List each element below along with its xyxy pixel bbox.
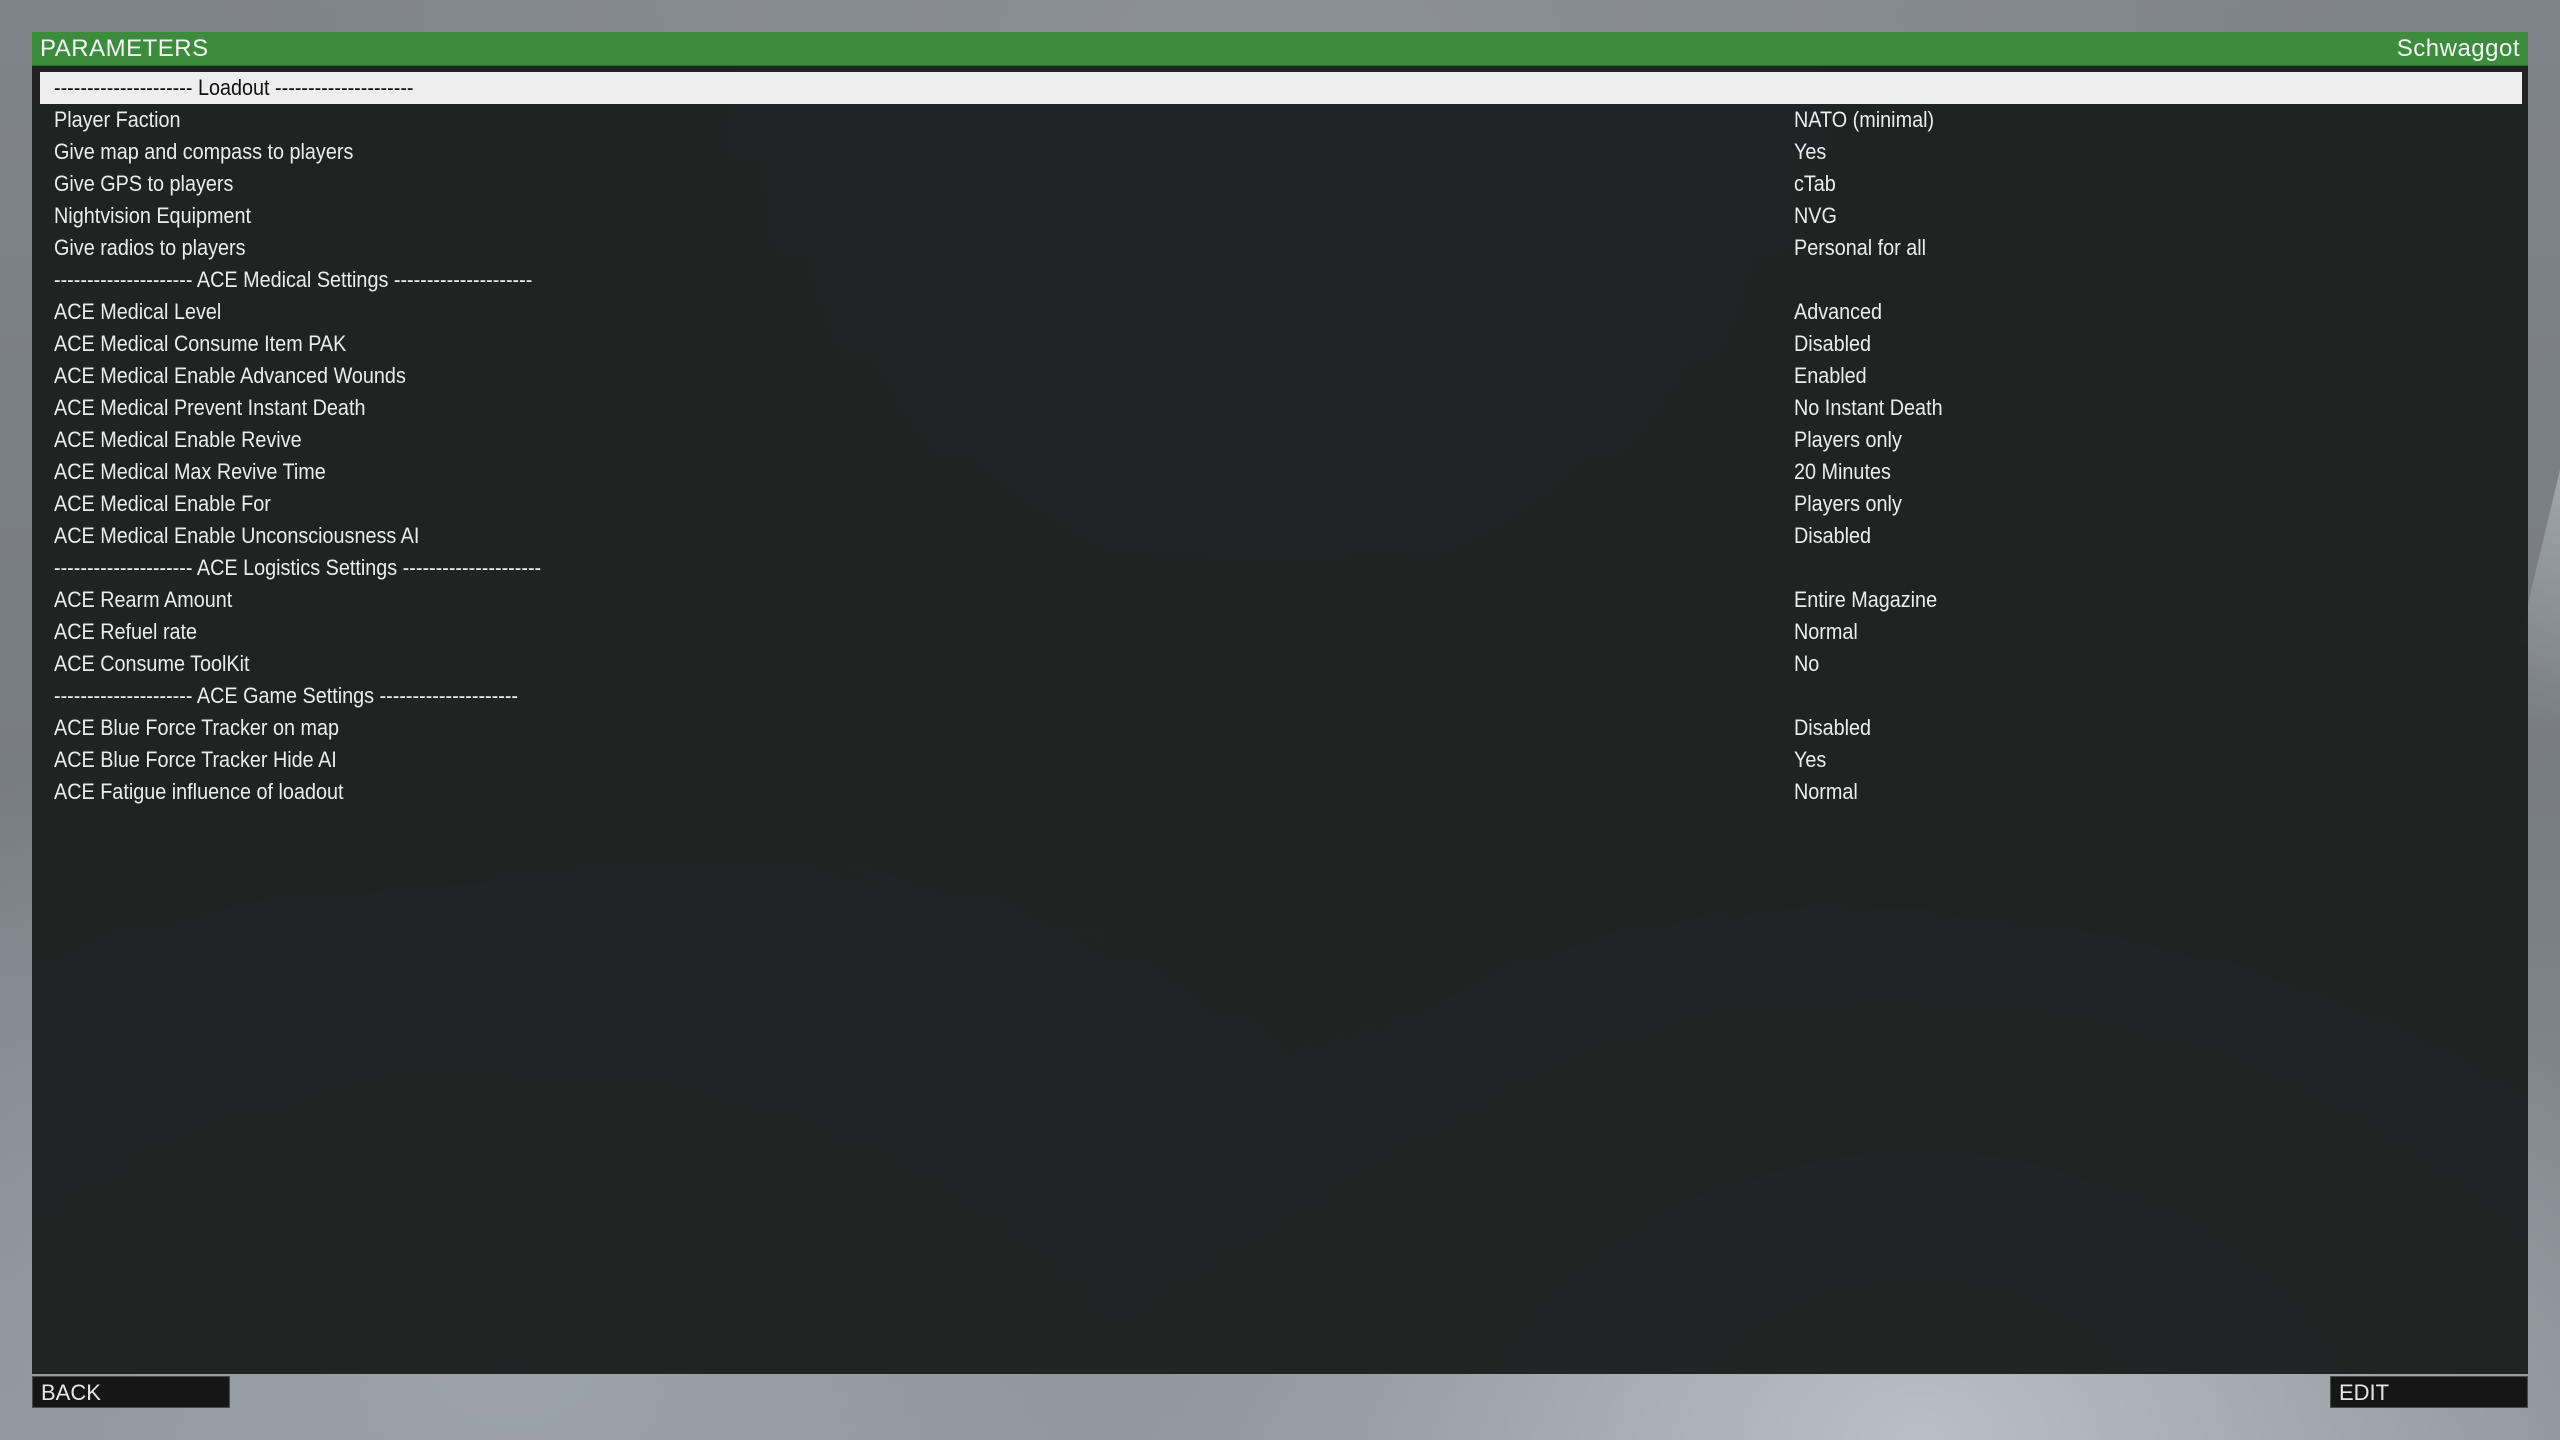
edit-button[interactable]: EDIT [2330,1376,2528,1408]
row-label: ACE Medical Enable Unconsciousness AI [54,523,420,548]
row-value: Disabled [1794,331,1872,356]
row-value: Advanced [1794,299,1883,324]
param-ace-bft-map[interactable]: ACE Blue Force Tracker on map Disabled [40,712,2522,744]
row-value: cTab [1794,171,1836,196]
param-ace-max-revive-time[interactable]: ACE Medical Max Revive Time 20 Minutes [40,456,2522,488]
row-label: ACE Medical Max Revive Time [54,459,326,484]
section-header-ace-logistics[interactable]: --------------------- ACE Logistics Sett… [40,552,2522,584]
row-value: No [1794,651,1820,676]
row-label: ACE Medical Enable Revive [54,427,302,452]
param-player-faction[interactable]: Player Faction NATO (minimal) [40,104,2522,136]
param-gps[interactable]: Give GPS to players cTab [40,168,2522,200]
param-ace-bft-hide-ai[interactable]: ACE Blue Force Tracker Hide AI Yes [40,744,2522,776]
row-label: ACE Blue Force Tracker on map [54,715,340,740]
row-label: ACE Medical Level [54,299,222,324]
row-label: --------------------- ACE Medical Settin… [54,267,533,292]
param-ace-advanced-wounds[interactable]: ACE Medical Enable Advanced Wounds Enabl… [40,360,2522,392]
row-label: --------------------- ACE Game Settings … [54,683,519,708]
param-ace-refuel-rate[interactable]: ACE Refuel rate Normal [40,616,2522,648]
row-label: ACE Medical Consume Item PAK [54,331,347,356]
row-value: Normal [1794,779,1858,804]
row-label: ACE Rearm Amount [54,587,233,612]
row-label: ACE Consume ToolKit [54,651,250,676]
param-ace-fatigue-loadout[interactable]: ACE Fatigue influence of loadout Normal [40,776,2522,808]
section-header-loadout[interactable]: --------------------- Loadout ----------… [40,72,2522,104]
player-name: Schwaggot [2396,35,2520,62]
param-ace-unconsciousness-ai[interactable]: ACE Medical Enable Unconsciousness AI Di… [40,520,2522,552]
row-value: Personal for all [1794,235,1927,260]
row-value: Entire Magazine [1794,587,1938,612]
param-ace-consume-toolkit[interactable]: ACE Consume ToolKit No [40,648,2522,680]
row-value: NVG [1794,203,1837,228]
param-ace-prevent-instant-death[interactable]: ACE Medical Prevent Instant Death No Ins… [40,392,2522,424]
parameters-list[interactable]: --------------------- Loadout ----------… [40,72,2522,1362]
row-label: ACE Medical Enable Advanced Wounds [54,363,406,388]
row-label: ACE Medical Enable For [54,491,271,516]
row-label: --------------------- Loadout ----------… [54,75,414,100]
row-value: Disabled [1794,523,1872,548]
row-value: Normal [1794,619,1858,644]
back-button[interactable]: BACK [32,1376,230,1408]
param-ace-medical-enable-for[interactable]: ACE Medical Enable For Players only [40,488,2522,520]
row-value: Players only [1794,491,1902,516]
row-value: Yes [1794,139,1827,164]
row-value: Yes [1794,747,1827,772]
row-label: Give GPS to players [54,171,234,196]
row-value: Disabled [1794,715,1872,740]
param-ace-rearm-amount[interactable]: ACE Rearm Amount Entire Magazine [40,584,2522,616]
row-label: ACE Blue Force Tracker Hide AI [54,747,337,772]
row-value: Enabled [1794,363,1867,388]
row-label: Nightvision Equipment [54,203,252,228]
param-nightvision[interactable]: Nightvision Equipment NVG [40,200,2522,232]
row-label: ACE Refuel rate [54,619,198,644]
row-label: ACE Medical Prevent Instant Death [54,395,366,420]
row-value: NATO (minimal) [1794,107,1935,132]
section-header-ace-medical[interactable]: --------------------- ACE Medical Settin… [40,264,2522,296]
param-radios[interactable]: Give radios to players Personal for all [40,232,2522,264]
param-ace-consume-pak[interactable]: ACE Medical Consume Item PAK Disabled [40,328,2522,360]
param-ace-medical-level[interactable]: ACE Medical Level Advanced [40,296,2522,328]
row-label: Give map and compass to players [54,139,354,164]
param-map-compass[interactable]: Give map and compass to players Yes [40,136,2522,168]
param-ace-enable-revive[interactable]: ACE Medical Enable Revive Players only [40,424,2522,456]
section-header-ace-game[interactable]: --------------------- ACE Game Settings … [40,680,2522,712]
dialog-title: PARAMETERS [40,35,209,62]
row-value: Players only [1794,427,1902,452]
row-value: 20 Minutes [1794,459,1891,484]
title-bar: PARAMETERS Schwaggot [32,32,2528,66]
row-label: --------------------- ACE Logistics Sett… [54,555,542,580]
row-label: Player Faction [54,107,181,132]
parameters-dialog: PARAMETERS Schwaggot -------------------… [32,32,2528,1374]
row-label: Give radios to players [54,235,246,260]
row-value: No Instant Death [1794,395,1943,420]
row-label: ACE Fatigue influence of loadout [54,779,344,804]
